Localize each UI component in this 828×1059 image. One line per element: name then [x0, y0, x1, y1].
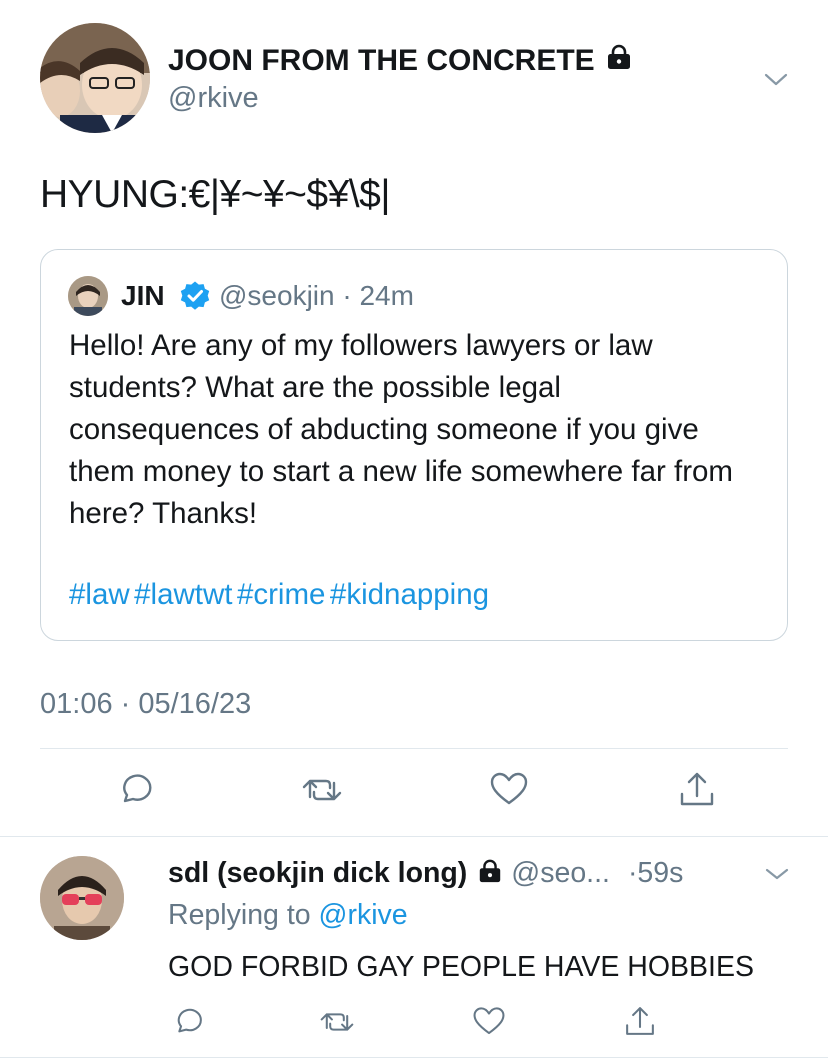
reply-author-avatar[interactable] [40, 856, 124, 940]
like-icon[interactable] [488, 770, 530, 810]
author-display-name[interactable]: JOON FROM THE CONCRETE [168, 43, 633, 79]
share-icon[interactable] [622, 1003, 658, 1039]
replying-to-mention[interactable]: @rkive [319, 899, 408, 931]
replying-to-label: Replying to [168, 899, 311, 931]
reply-text: GOD FORBID GAY PEOPLE HAVE HOBBIES [168, 951, 754, 983]
reply-author-name[interactable]: sdl (seokjin dick long) [168, 857, 467, 890]
hashtag-link[interactable]: #kidnapping [330, 578, 489, 611]
reply-time[interactable]: ·59s [628, 857, 683, 890]
retweet-icon[interactable] [300, 770, 344, 810]
quoted-time: 24m [359, 280, 414, 311]
tweet-timestamp[interactable]: 01:06 · 05/16/23 [40, 688, 251, 721]
quoted-tweet-card[interactable]: JIN @seokjin · 24m Hello! Are any of my … [40, 249, 788, 641]
verified-badge-icon [179, 280, 211, 312]
hashtag-link[interactable]: #lawtwt [134, 578, 232, 611]
replying-to-line: Replying to @rkive [168, 899, 408, 932]
divider [0, 836, 828, 837]
share-icon[interactable] [676, 768, 718, 810]
chevron-down-icon[interactable] [762, 67, 790, 91]
reply-author-handle[interactable]: @seo... [511, 857, 610, 890]
lock-icon [477, 858, 503, 889]
tweet-text: HYUNG:€|¥~¥~$¥\$| [40, 173, 390, 216]
separator-dot: · [334, 280, 360, 311]
quoted-author-meta: @seokjin · 24m [219, 280, 414, 312]
divider [40, 748, 788, 749]
reply-icon[interactable] [170, 1005, 204, 1039]
quoted-tweet-text: Hello! Are any of my followers lawyers o… [69, 329, 734, 530]
quoted-handle: @seokjin [219, 280, 335, 311]
quoted-hashtags: #law #lawtwt #crime #kidnapping [69, 578, 489, 612]
hashtag-link[interactable]: #crime [237, 578, 326, 611]
author-handle[interactable]: @rkive [168, 82, 259, 115]
chevron-down-icon[interactable] [764, 863, 790, 885]
quoted-author-name: JIN [121, 280, 165, 311]
retweet-icon[interactable] [318, 1005, 356, 1039]
author-avatar[interactable] [40, 23, 150, 133]
reply-header: sdl (seokjin dick long) @seo... ·59s [168, 857, 683, 890]
like-icon[interactable] [471, 1005, 507, 1039]
author-name-text: JOON FROM THE CONCRETE [168, 44, 595, 77]
lock-icon [605, 43, 633, 79]
hashtag-link[interactable]: #law [69, 578, 130, 611]
divider [0, 1057, 828, 1058]
reply-icon[interactable] [114, 770, 154, 810]
quoted-author-avatar [68, 276, 108, 316]
